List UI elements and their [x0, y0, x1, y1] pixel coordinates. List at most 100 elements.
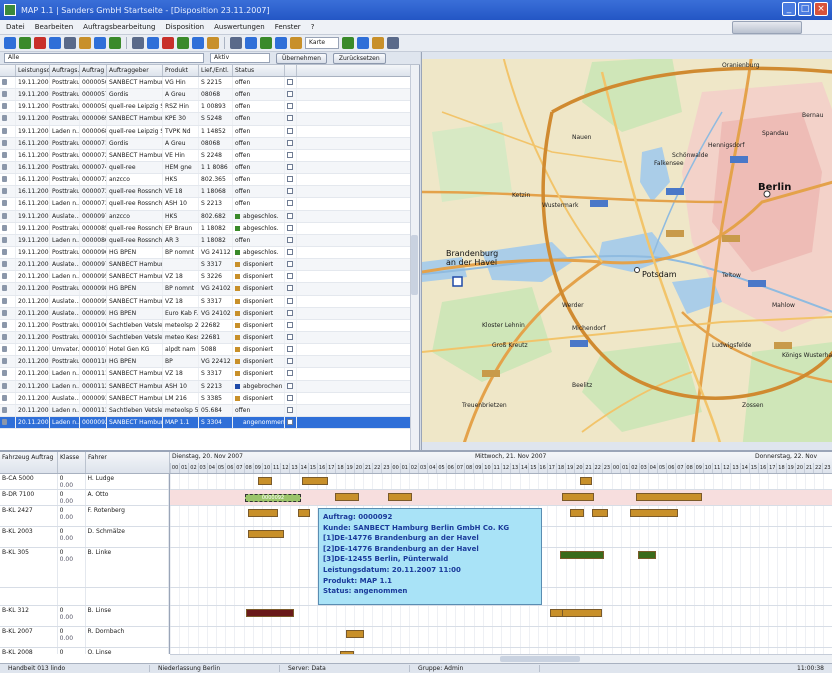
checkbox[interactable] — [287, 382, 293, 389]
vehicle-row[interactable]: B-CA 5000 0 0.00 H. Ludge — [0, 474, 169, 490]
toolbar-button-icon[interactable] — [49, 37, 61, 49]
table-row[interactable]: 16.11.2007 Posttraku 0000072 SANBECT Hambur… — [0, 149, 419, 162]
row-checkbox[interactable] — [285, 246, 297, 259]
row-checkbox[interactable] — [285, 368, 297, 380]
table-row[interactable]: 19.11.2007 Posttraku 0000057 Gordis A Greu 08… — [0, 89, 419, 102]
checkbox[interactable] — [287, 236, 293, 243]
table-row[interactable]: 16.11.2007 Laden n... 0000073 quell-ree Ros… — [0, 198, 419, 211]
table-row[interactable]: 20.11.2007 Posttraku 0000106 Sachtleben Vet… — [0, 331, 419, 345]
toolbar-button-icon[interactable] — [109, 37, 121, 49]
menu-item[interactable]: Datei — [6, 23, 25, 31]
grid-column-header[interactable]: Lief./Entl. — [199, 65, 233, 76]
table-row[interactable]: 20.11.2007 Laden n... 0000113 Sachtleben Ve… — [0, 404, 419, 417]
checkbox[interactable] — [287, 91, 293, 98]
table-row[interactable]: 20.11.2007 Laden n... 0000092 SANBECT Hambu… — [0, 416, 419, 430]
grid-column-header[interactable]: Auftrag — [80, 65, 107, 76]
gantt-bar[interactable] — [580, 477, 592, 485]
menu-item[interactable]: ? — [311, 23, 315, 31]
filter-select-right[interactable]: Aktiv — [210, 53, 270, 63]
grid-column-header[interactable]: Auftraggeber — [107, 65, 163, 76]
vehicle-row[interactable]: B-DR 7100 0 0.00 A. Otto — [0, 490, 169, 506]
toolbar-button-icon[interactable] — [260, 37, 272, 49]
row-checkbox[interactable] — [285, 356, 297, 368]
apply-button[interactable]: Übernehmen — [276, 52, 327, 64]
toolbar-button-icon[interactable] — [372, 37, 384, 49]
table-row[interactable]: 16.11.2007 Posttraku 0000071 Gordis A Greu 08… — [0, 137, 419, 150]
gantt-bar[interactable] — [638, 551, 656, 559]
checkbox[interactable] — [287, 309, 293, 316]
gantt-bar[interactable] — [592, 509, 608, 517]
menu-item[interactable]: Disposition — [165, 23, 204, 31]
row-checkbox[interactable] — [285, 259, 297, 271]
vehicle-row[interactable]: B-KL 2427 0 0.00 F. Rotenberg — [0, 506, 169, 527]
gantt-bar[interactable] — [630, 509, 678, 517]
row-checkbox[interactable] — [285, 149, 297, 161]
table-row[interactable]: 19.11.2007 Posttraku 0000058 quell-ree Leip… — [0, 101, 419, 114]
table-row[interactable]: 20.11.2007 Laden n... 0000111 SANBECT Hambu… — [0, 368, 419, 381]
table-row[interactable]: 19.11.2007 Laden n... 0000068 quell-ree Lei… — [0, 125, 419, 138]
checkbox[interactable] — [287, 273, 293, 280]
table-row[interactable]: 20.11.2007 Auslate... 0000093 SANBECT Hambu… — [0, 392, 419, 405]
checkbox[interactable] — [287, 212, 293, 219]
table-row[interactable]: 19.11.2007 Posttraku 0000069 SANBECT Hambur… — [0, 113, 419, 126]
row-checkbox[interactable] — [285, 89, 297, 101]
gantt-bar[interactable] — [562, 493, 594, 501]
row-checkbox[interactable] — [285, 416, 297, 429]
row-checkbox[interactable] — [285, 380, 297, 392]
row-checkbox[interactable] — [285, 101, 297, 113]
checkbox[interactable] — [287, 163, 293, 170]
gantt-bar[interactable] — [248, 530, 284, 538]
row-checkbox[interactable] — [285, 186, 297, 198]
table-row[interactable]: 20.11.2007 Posttraku 0000110 HG BPEN BP VG 22… — [0, 356, 419, 369]
checkbox[interactable] — [287, 321, 293, 328]
toolbar-button-icon[interactable] — [162, 37, 174, 49]
row-checkbox[interactable] — [285, 319, 297, 331]
gantt-bar[interactable] — [335, 493, 359, 501]
vehicle-row[interactable]: B-KL 2003 0 0.00 D. Schmälze — [0, 527, 169, 548]
toolbar-button-icon[interactable] — [34, 37, 46, 49]
table-row[interactable]: 20.11.2007 Posttraku 0000098 HG BPEN BP nomn… — [0, 283, 419, 296]
zoom-select[interactable]: Karte — [305, 37, 339, 49]
gantt-bar[interactable] — [388, 493, 412, 501]
toolbar-button-icon[interactable] — [207, 37, 219, 49]
checkbox[interactable] — [287, 248, 293, 255]
table-row[interactable]: 19.11.2007 Auslate... 0000097 anzcco HKS 802.… — [0, 210, 419, 223]
table-row[interactable]: 16.11.2007 Posttraku 0000074 quell-ree HEM g… — [0, 161, 419, 175]
checkbox[interactable] — [287, 394, 293, 401]
menu-item[interactable]: Auftragsbearbeitung — [83, 23, 155, 31]
checkbox[interactable] — [287, 370, 293, 377]
grid-column-header[interactable]: Leistungsd... — [16, 65, 50, 76]
checkbox[interactable] — [287, 127, 293, 134]
table-row[interactable]: 20.11.2007 Auslate... 0000093 HG BPEN Euro K… — [0, 307, 419, 320]
vehicle-row[interactable]: B-KL 305 0 0.00 B. Linke — [0, 548, 169, 588]
map-view[interactable]: Berlin Potsdam Brandenburg an der Havel Spa… — [421, 52, 832, 450]
gantt-bar[interactable] — [346, 630, 364, 638]
toolbar-button-icon[interactable] — [357, 37, 369, 49]
toolbar-button-icon[interactable] — [342, 37, 354, 49]
checkbox[interactable] — [287, 151, 293, 158]
toolbar-button-icon[interactable] — [387, 37, 399, 49]
grid-column-header[interactable] — [285, 65, 297, 76]
gantt-bar[interactable] — [636, 493, 702, 501]
grid-column-header[interactable]: Auftrags... — [50, 65, 80, 76]
table-row[interactable]: 20.11.2007 Laden n... 0000095 SANBECT Hambu… — [0, 271, 419, 284]
menu-item[interactable]: Auswertungen — [214, 23, 265, 31]
table-row[interactable]: 16.11.2007 Posttraku 0000072 anzcco HKS 802.3… — [0, 174, 419, 187]
checkbox[interactable] — [287, 115, 293, 122]
toolbar-button-icon[interactable] — [19, 37, 31, 49]
toolbar-button-icon[interactable] — [132, 37, 144, 49]
checkbox[interactable] — [287, 176, 293, 183]
vehicle-row[interactable]: B-KL 2007 0 0.00 R. Dornbach — [0, 627, 169, 648]
row-checkbox[interactable] — [285, 404, 297, 416]
table-row[interactable]: 20.11.2007 Auslate... 0000099 SANBECT Hambu… — [0, 295, 419, 308]
checkbox[interactable] — [287, 358, 293, 365]
row-checkbox[interactable] — [285, 77, 297, 89]
checkbox[interactable] — [287, 139, 293, 146]
toolbar-button-icon[interactable] — [290, 37, 302, 49]
gantt-bar[interactable] — [560, 551, 604, 559]
toolbar-button-icon[interactable] — [64, 37, 76, 49]
row-checkbox[interactable] — [285, 307, 297, 319]
row-checkbox[interactable] — [285, 174, 297, 186]
gantt-scroll-thumb[interactable] — [500, 656, 580, 662]
checkbox[interactable] — [287, 200, 293, 207]
